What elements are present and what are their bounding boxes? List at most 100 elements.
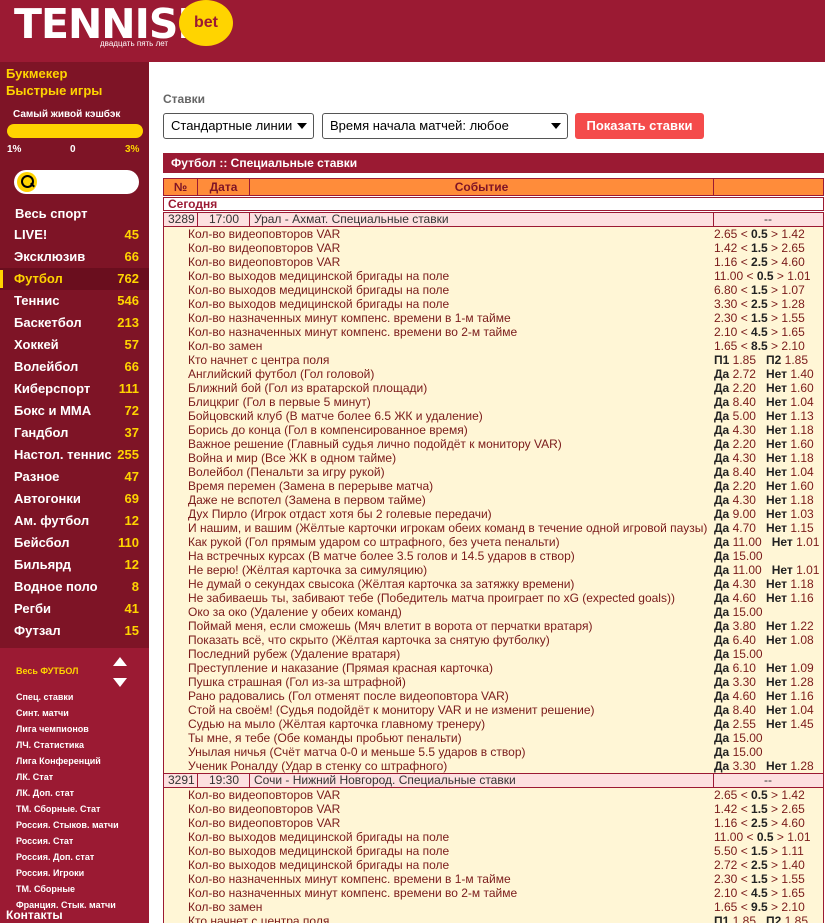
bet-event[interactable]: Кто начнет с центра поля: [188, 353, 329, 367]
bet-odds[interactable]: Да 15.00: [714, 647, 763, 661]
bet-event[interactable]: Кол-во видеоповторов VAR: [188, 241, 340, 255]
bet-event[interactable]: И нашим, и вашим (Жёлтые карточки игрока…: [188, 521, 707, 535]
bet-event[interactable]: Кол-во замен: [188, 339, 262, 353]
football-sub-item[interactable]: Франция. Стык. матчи: [16, 900, 146, 912]
bet-odds[interactable]: 2.30 < 1.5 > 1.55: [714, 872, 805, 886]
bet-odds[interactable]: 1.42 < 1.5 > 2.65: [714, 241, 805, 255]
bet-odds[interactable]: Да 3.30 Нет 1.28: [714, 675, 814, 689]
bet-odds[interactable]: Да 4.60 Нет 1.16: [714, 689, 814, 703]
sidebar-sport-item[interactable]: Настол. теннис 255: [0, 444, 149, 466]
bet-odds[interactable]: 2.72 < 2.5 > 1.40: [714, 858, 805, 872]
bet-event[interactable]: Кол-во выходов медицинской бригады на по…: [188, 297, 449, 311]
bet-odds[interactable]: Да 3.80 Нет 1.22: [714, 619, 814, 633]
bet-event[interactable]: Кол-во видеоповторов VAR: [188, 802, 340, 816]
bet-odds[interactable]: Да 8.40 Нет 1.04: [714, 465, 814, 479]
bet-odds[interactable]: Да 8.40 Нет 1.04: [714, 703, 814, 717]
bet-odds[interactable]: Да 4.30 Нет 1.18: [714, 451, 814, 465]
bet-event[interactable]: Ближний бой (Гол из вратарской площади): [188, 381, 427, 395]
bet-odds[interactable]: 1.16 < 2.5 > 4.60: [714, 816, 805, 830]
bet-event[interactable]: На встречных курсах (В матче более 3.5 г…: [188, 549, 575, 563]
show-bets-button[interactable]: Показать ставки: [575, 113, 704, 139]
football-sub-item[interactable]: Россия. Стат: [16, 836, 146, 848]
bet-odds[interactable]: 11.00 < 0.5 > 1.01: [714, 830, 811, 844]
bet-odds[interactable]: Да 4.70 Нет 1.15: [714, 521, 814, 535]
bet-odds[interactable]: 1.65 < 8.5 > 2.10: [714, 339, 805, 353]
bet-event[interactable]: Ученик Роналду (Удар в стенку со штрафно…: [188, 759, 447, 773]
football-sub-item[interactable]: Россия. Игроки: [16, 868, 146, 880]
bet-event[interactable]: Волейбол (Пенальти за игру рукой): [188, 465, 385, 479]
bet-odds[interactable]: Да 11.00 Нет 1.01: [714, 535, 819, 549]
bet-event[interactable]: Кол-во видеоповторов VAR: [188, 227, 340, 241]
football-sub-item[interactable]: Лига Конференций: [16, 756, 146, 768]
bet-odds[interactable]: 1.65 < 9.5 > 2.10: [714, 900, 805, 914]
arrow-up-icon[interactable]: [113, 657, 127, 666]
football-sub-item[interactable]: Россия. Стыков. матчи: [16, 820, 146, 832]
bet-event[interactable]: Рано радовались (Гол отменят после видео…: [188, 689, 509, 703]
bet-event[interactable]: Не думай о секундах свысока (Жёлтая карт…: [188, 577, 574, 591]
sidebar-sport-item[interactable]: Гандбол 37: [0, 422, 149, 444]
bet-odds[interactable]: Да 4.30 Нет 1.18: [714, 493, 814, 507]
football-sub-item[interactable]: Синт. матчи: [16, 708, 146, 720]
bet-event[interactable]: Последний рубеж (Удаление вратаря): [188, 647, 400, 661]
match-header-row[interactable]: 3289 17:00 Урал - Ахмат. Специальные ставк…: [163, 212, 824, 227]
sidebar-sport-item[interactable]: Водное поло 8: [0, 576, 149, 598]
bet-event[interactable]: Кол-во видеоповторов VAR: [188, 816, 340, 830]
bet-odds[interactable]: П1 1.85 П2 1.85: [714, 914, 808, 923]
bet-odds[interactable]: Да 2.55 Нет 1.45: [714, 717, 814, 731]
bet-odds[interactable]: Да 4.30 Нет 1.18: [714, 423, 814, 437]
sidebar-sport-item[interactable]: Бокс и ММА 72: [0, 400, 149, 422]
bet-odds[interactable]: Да 2.72 Нет 1.40: [714, 367, 814, 381]
bet-odds[interactable]: Да 2.20 Нет 1.60: [714, 479, 814, 493]
bet-odds[interactable]: Да 15.00: [714, 605, 763, 619]
bet-odds[interactable]: Да 4.60 Нет 1.16: [714, 591, 814, 605]
sidebar-sport-item[interactable]: Киберспорт 111: [0, 378, 149, 400]
bet-event[interactable]: Кол-во выходов медицинской бригады на по…: [188, 830, 449, 844]
bet-odds[interactable]: 3.30 < 2.5 > 1.28: [714, 297, 805, 311]
bet-odds[interactable]: Да 15.00: [714, 549, 763, 563]
bet-event[interactable]: Английский футбол (Гол головой): [188, 367, 374, 381]
bet-event[interactable]: Бойцовский клуб (В матче более 6.5 ЖК и …: [188, 409, 483, 423]
bet-event[interactable]: Показать всё, что скрыто (Жёлтая карточк…: [188, 633, 550, 647]
search-icon[interactable]: [17, 172, 37, 192]
bet-event[interactable]: Кол-во выходов медицинской бригады на по…: [188, 283, 449, 297]
bet-event[interactable]: Кол-во назначенных минут компенс. времен…: [188, 311, 511, 325]
logo-bet-badge[interactable]: bet: [179, 0, 233, 46]
bet-event[interactable]: Кол-во назначенных минут компенс. времен…: [188, 325, 517, 339]
football-sub-item[interactable]: Лига чемпионов: [16, 724, 146, 736]
bet-event[interactable]: Даже не вспотел (Замена в первом тайме): [188, 493, 426, 507]
bet-event[interactable]: Важное решение (Главный судья лично подо…: [188, 437, 562, 451]
bet-event[interactable]: Дух Пирло (Игрок отдаст хотя бы 2 голевы…: [188, 507, 492, 521]
football-sub-item[interactable]: Спец. ставки: [16, 692, 146, 704]
bet-event[interactable]: Преступление и наказание (Прямая красная…: [188, 661, 493, 675]
all-sport-link[interactable]: Весь спорт: [15, 206, 87, 221]
sidebar-sport-item[interactable]: Волейбол 66: [0, 356, 149, 378]
bet-event[interactable]: Кол-во назначенных минут компенс. времен…: [188, 872, 511, 886]
bet-event[interactable]: Кто начнет с центра поля: [188, 914, 329, 923]
bet-odds[interactable]: 2.65 < 0.5 > 1.42: [714, 227, 805, 241]
bet-event[interactable]: Ты мне, я тебе (Обе команды пробьют пена…: [188, 731, 462, 745]
bet-odds[interactable]: Да 9.00 Нет 1.03: [714, 507, 814, 521]
bet-event[interactable]: Кол-во выходов медицинской бригады на по…: [188, 269, 449, 283]
bet-odds[interactable]: П1 1.85 П2 1.85: [714, 353, 808, 367]
bet-odds[interactable]: 2.10 < 4.5 > 1.65: [714, 325, 805, 339]
bet-odds[interactable]: Да 6.40 Нет 1.08: [714, 633, 814, 647]
bet-event[interactable]: Кол-во выходов медицинской бригады на по…: [188, 858, 449, 872]
bet-event[interactable]: Кол-во назначенных минут компенс. времен…: [188, 886, 517, 900]
sidebar-sport-item[interactable]: Футзал 15: [0, 620, 149, 642]
sidebar-sport-item[interactable]: Футбол 762: [0, 268, 149, 290]
sidebar-sport-item[interactable]: Эксклюзив 66: [0, 246, 149, 268]
sidebar-sport-item[interactable]: Ам. футбол 12: [0, 510, 149, 532]
nav-bookmaker[interactable]: Букмекер: [6, 66, 67, 81]
bet-event[interactable]: Кол-во выходов медицинской бригады на по…: [188, 844, 449, 858]
match-header-row[interactable]: 3291 19:30 Сочи - Нижний Новгород. Специал…: [163, 773, 824, 788]
bet-event[interactable]: Не забиваешь ты, забивают тебе (Победите…: [188, 591, 675, 605]
bet-odds[interactable]: Да 11.00 Нет 1.01: [714, 563, 819, 577]
bet-odds[interactable]: 2.65 < 0.5 > 1.42: [714, 788, 805, 802]
bet-odds[interactable]: 1.42 < 1.5 > 2.65: [714, 802, 805, 816]
bet-odds[interactable]: 6.80 < 1.5 > 1.07: [714, 283, 805, 297]
football-sub-item[interactable]: ЛК. Стат: [16, 772, 146, 784]
bet-odds[interactable]: Да 15.00: [714, 745, 763, 759]
bet-event[interactable]: Кол-во замен: [188, 900, 262, 914]
sidebar-sport-item[interactable]: Регби 41: [0, 598, 149, 620]
bet-event[interactable]: Не верю! (Жёлтая карточка за симуляцию): [188, 563, 427, 577]
